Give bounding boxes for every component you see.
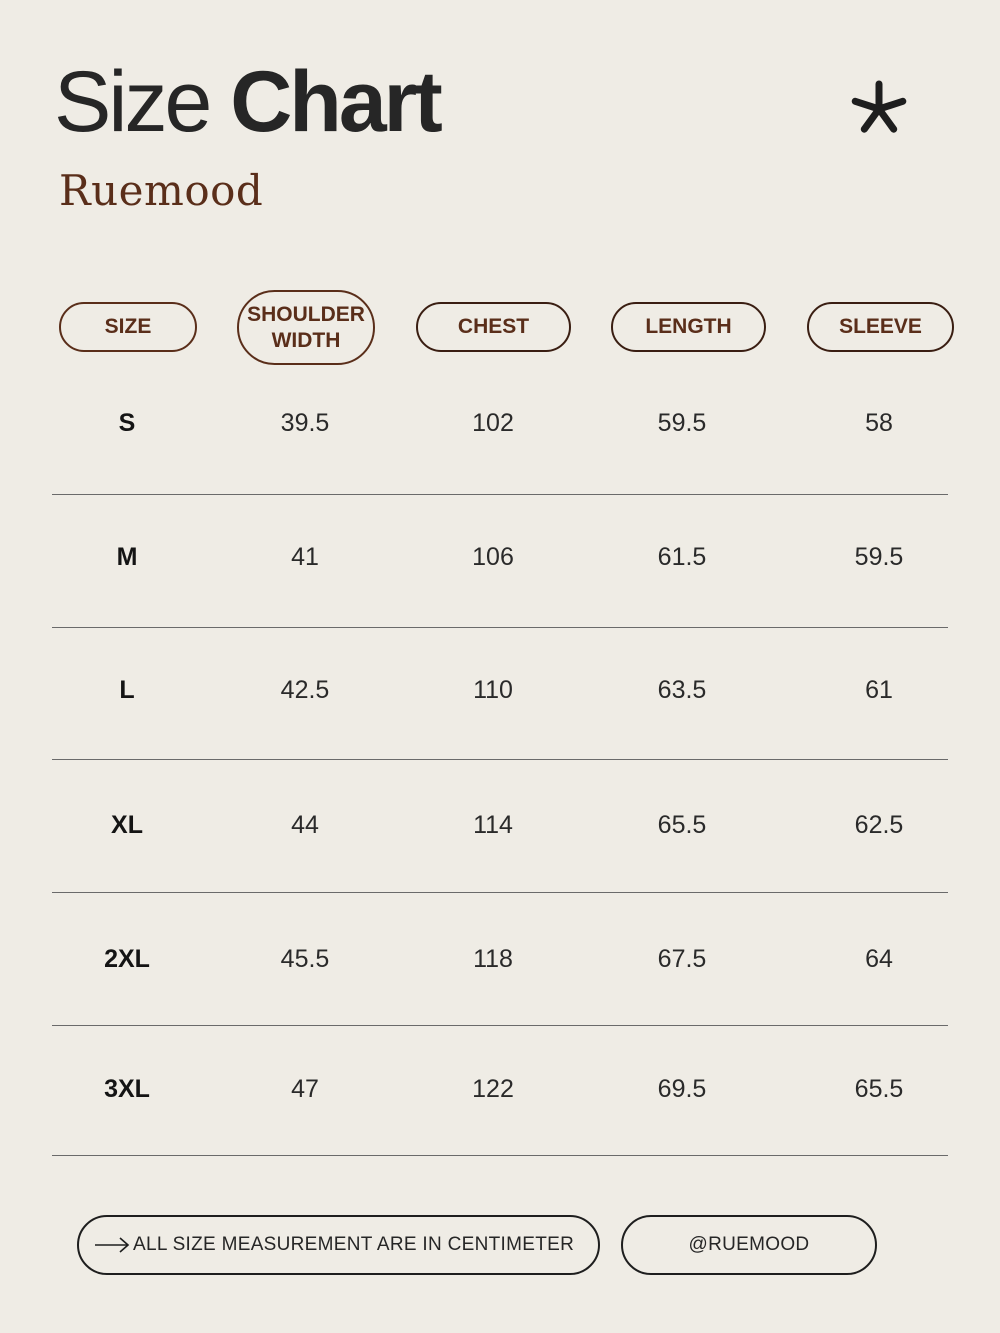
- table-row: XL 44 114 65.5 62.5: [52, 795, 948, 855]
- table-row: 3XL 47 122 69.5 65.5: [52, 1059, 948, 1119]
- row-divider: [52, 759, 948, 760]
- chest-cell: 106: [472, 543, 514, 571]
- social-handle-text: @RUEMOOD: [688, 1234, 810, 1255]
- length-cell: 67.5: [657, 945, 707, 973]
- column-header-chest: CHEST: [416, 302, 571, 352]
- column-header-label: CHEST: [457, 315, 530, 338]
- length-cell: 69.5: [657, 1075, 707, 1103]
- social-handle: @RUEMOOD: [621, 1215, 877, 1275]
- table-row: 2XL 45.5 118 67.5 64: [52, 929, 948, 989]
- shoulder-cell: 41: [291, 543, 319, 571]
- sleeve-cell: 62.5: [854, 811, 904, 839]
- table-row: L 42.5 110 63.5 61: [52, 660, 948, 720]
- length-cell: 65.5: [657, 811, 707, 839]
- sleeve-cell: 58: [865, 409, 893, 437]
- sleeve-cell: 64: [865, 945, 893, 973]
- sleeve-cell: 65.5: [854, 1075, 904, 1103]
- chest-cell: 122: [472, 1075, 514, 1103]
- row-divider: [52, 1155, 948, 1156]
- column-header-size: SIZE: [59, 302, 197, 352]
- arrow-right-icon: [95, 1237, 130, 1253]
- column-header-sleeve: SLEEVE: [807, 302, 954, 352]
- column-header-label: SLEEVE: [839, 315, 922, 338]
- measurement-note-text: ALL SIZE MEASUREMENT ARE IN CENTIMETER: [133, 1234, 575, 1255]
- sleeve-cell: 61: [865, 676, 893, 704]
- column-header-length: LENGTH: [611, 302, 766, 352]
- column-header-label: SIZE: [104, 315, 152, 338]
- shoulder-cell: 45.5: [280, 945, 330, 973]
- page-title: Size Chart: [54, 52, 443, 152]
- size-cell: 2XL: [104, 945, 150, 973]
- table-row: M 41 106 61.5 59.5: [52, 527, 948, 587]
- chest-cell: 110: [473, 676, 513, 704]
- measurement-note: ALL SIZE MEASUREMENT ARE IN CENTIMETER: [77, 1215, 600, 1275]
- chest-cell: 114: [473, 811, 513, 839]
- size-cell: M: [116, 543, 138, 571]
- row-divider: [52, 627, 948, 628]
- shoulder-cell: 42.5: [280, 676, 330, 704]
- shoulder-cell: 44: [291, 811, 319, 839]
- title-bold: Chart: [230, 54, 443, 150]
- size-cell: 3XL: [104, 1075, 150, 1103]
- column-header-label: LENGTH: [645, 315, 732, 338]
- sleeve-cell: 59.5: [854, 543, 904, 571]
- chest-cell: 102: [472, 409, 514, 437]
- shoulder-cell: 47: [291, 1075, 319, 1103]
- title-light: Size: [54, 54, 212, 150]
- length-cell: 61.5: [657, 543, 707, 571]
- row-divider: [52, 892, 948, 893]
- column-header-label: SHOULDER WIDTH: [247, 302, 365, 352]
- brand-name: Ruemood: [59, 166, 264, 215]
- asterisk-icon: [851, 80, 907, 133]
- length-cell: 59.5: [657, 409, 707, 437]
- chest-cell: 118: [473, 945, 513, 973]
- row-divider: [52, 494, 948, 495]
- size-cell: L: [119, 676, 135, 704]
- size-cell: XL: [111, 811, 143, 839]
- column-header-shoulder-width: SHOULDER WIDTH: [237, 290, 375, 365]
- length-cell: 63.5: [657, 676, 707, 704]
- size-cell: S: [118, 409, 136, 437]
- row-divider: [52, 1025, 948, 1026]
- table-row: S 39.5 102 59.5 58: [52, 393, 948, 453]
- shoulder-cell: 39.5: [280, 409, 330, 437]
